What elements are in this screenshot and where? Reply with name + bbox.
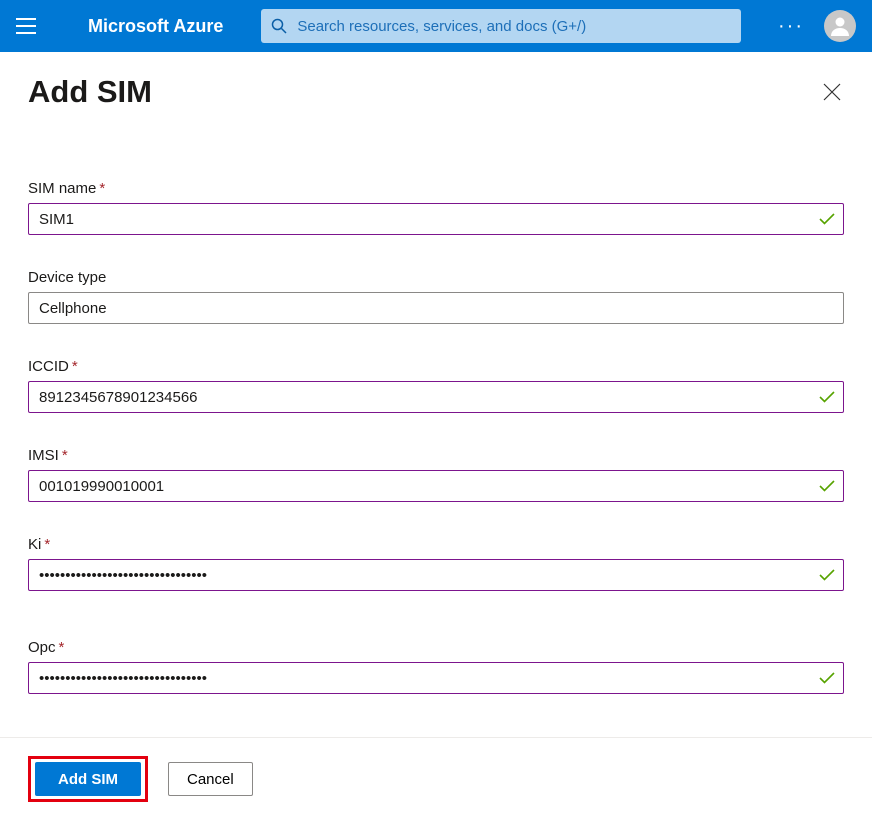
ki-label: Ki*	[28, 536, 844, 553]
field-opc: Opc*	[28, 639, 844, 694]
valid-check-icon	[818, 669, 836, 687]
device-type-input[interactable]	[28, 292, 844, 324]
sim-name-label: SIM name*	[28, 180, 844, 197]
cancel-button[interactable]: Cancel	[168, 762, 253, 796]
footer-bar: Add SIM Cancel	[0, 737, 872, 822]
global-search[interactable]	[261, 9, 741, 43]
imsi-input[interactable]	[28, 470, 844, 502]
form-area: SIM name* Device type ICCID* IMSI* Ki*	[0, 120, 872, 694]
search-wrapper	[261, 9, 756, 43]
valid-check-icon	[818, 566, 836, 584]
search-icon	[271, 18, 287, 34]
ki-input[interactable]	[28, 559, 844, 591]
search-input[interactable]	[297, 18, 731, 35]
field-imsi: IMSI*	[28, 447, 844, 502]
field-sim-name: SIM name*	[28, 180, 844, 235]
sim-name-input[interactable]	[28, 203, 844, 235]
more-actions-icon[interactable]: ···	[766, 15, 816, 38]
brand-title[interactable]: Microsoft Azure	[88, 16, 223, 37]
iccid-input[interactable]	[28, 381, 844, 413]
iccid-label: ICCID*	[28, 358, 844, 375]
close-icon[interactable]	[820, 80, 844, 104]
imsi-label: IMSI*	[28, 447, 844, 464]
field-iccid: ICCID*	[28, 358, 844, 413]
user-avatar[interactable]	[824, 10, 856, 42]
add-sim-button[interactable]: Add SIM	[35, 762, 141, 796]
opc-input[interactable]	[28, 662, 844, 694]
valid-check-icon	[818, 210, 836, 228]
azure-topbar: Microsoft Azure ···	[0, 0, 872, 52]
field-ki: Ki*	[28, 536, 844, 591]
valid-check-icon	[818, 388, 836, 406]
blade-header: Add SIM	[0, 52, 872, 120]
page-title: Add SIM	[28, 74, 152, 110]
highlight-annotation: Add SIM	[28, 756, 148, 802]
field-device-type: Device type	[28, 269, 844, 324]
device-type-label: Device type	[28, 269, 844, 286]
valid-check-icon	[818, 477, 836, 495]
hamburger-menu-icon[interactable]	[12, 12, 40, 40]
opc-label: Opc*	[28, 639, 844, 656]
